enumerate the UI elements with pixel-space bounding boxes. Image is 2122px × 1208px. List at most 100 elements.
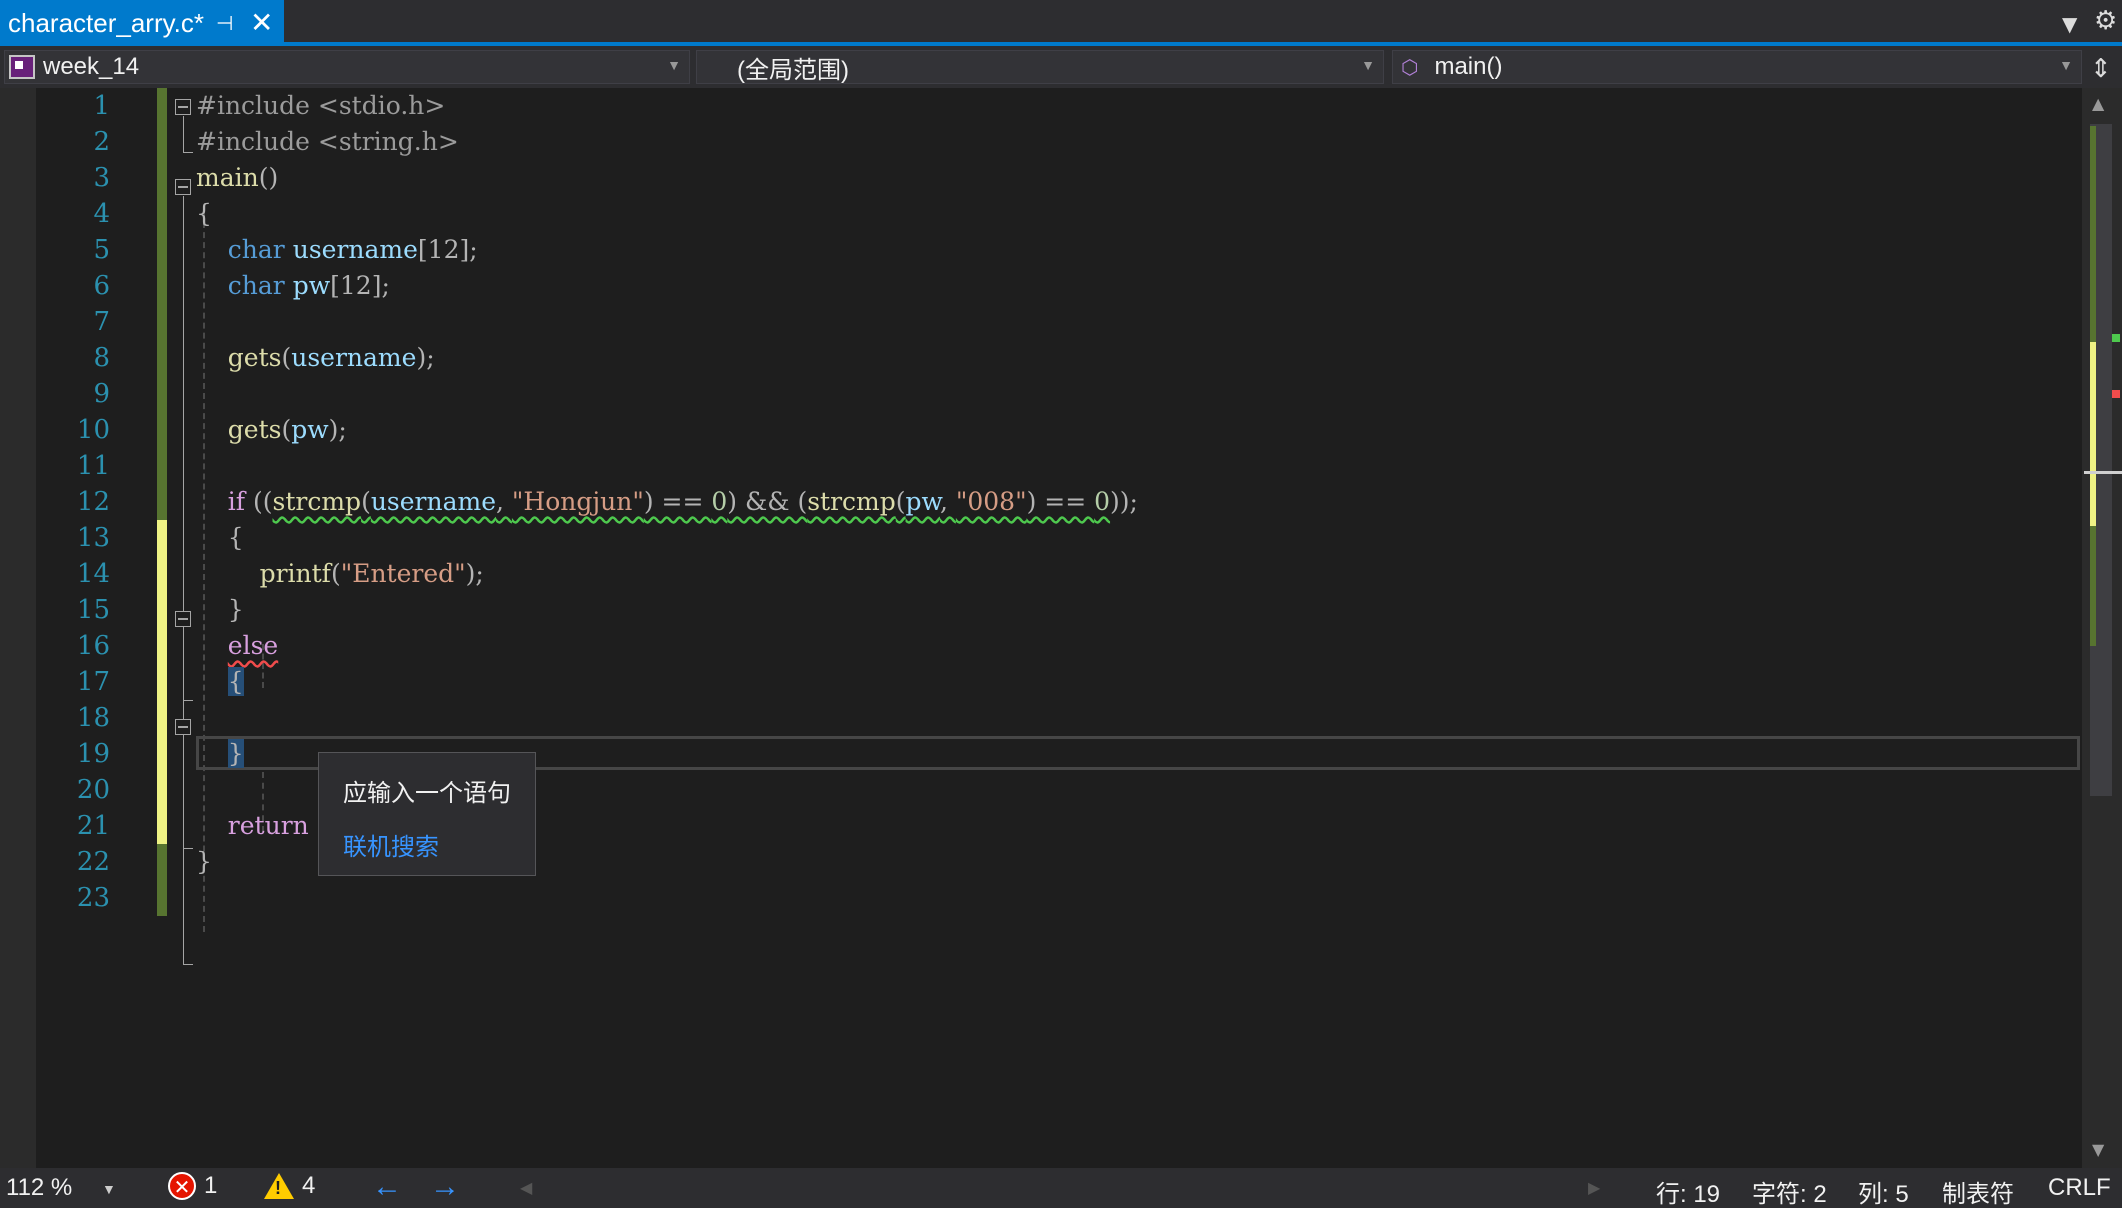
code-line-8[interactable]: gets(username); xyxy=(196,340,435,376)
line-number: 20 xyxy=(76,775,110,805)
change-marker xyxy=(157,520,167,556)
search-online-link[interactable]: 联机搜索 xyxy=(343,827,439,862)
caret-map-marker xyxy=(2084,471,2122,474)
change-marker xyxy=(157,664,167,700)
code-line-3[interactable]: main() xyxy=(196,160,278,196)
collapse-region-icon[interactable] xyxy=(175,99,191,115)
line-number: 4 xyxy=(93,199,110,229)
collapse-region-icon[interactable] xyxy=(175,611,191,627)
navigate-forward-icon[interactable]: → xyxy=(430,1170,460,1204)
document-tab-strip: character_arry.c* ⊣ ✕ ▼ ⚙ xyxy=(0,0,2122,46)
project-dropdown[interactable]: week_14 ▼ xyxy=(4,50,690,84)
change-marker xyxy=(157,412,167,448)
line-number: 13 xyxy=(76,523,110,553)
matched-brace: } xyxy=(227,739,244,768)
line-number: 21 xyxy=(76,811,110,841)
navigation-bar: week_14 ▼ (全局范围) ▼ ⬡ main() ▼ ⇕ xyxy=(0,46,2122,88)
zoom-dropdown[interactable]: 112 % ▼ xyxy=(4,1171,116,1205)
code-line-5[interactable]: char username[12]; xyxy=(196,232,478,268)
code-line-10[interactable]: gets(pw); xyxy=(196,412,347,448)
member-name: main() xyxy=(1434,53,1503,80)
change-marker xyxy=(157,808,167,844)
split-window-icon[interactable]: ⇕ xyxy=(2090,54,2112,84)
code-line-17[interactable]: { xyxy=(196,664,244,700)
navigate-back-icon[interactable]: ← xyxy=(372,1170,402,1204)
change-marker xyxy=(157,448,167,484)
line-number: 2 xyxy=(93,127,110,157)
editor-status-bar: 112 % ▼ ✕ 1 4 ← → ◀ ▶ 行: 19 字符: 2 列: 5 制… xyxy=(0,1168,2122,1208)
change-marker xyxy=(157,196,167,232)
code-line-1[interactable]: #include <stdio.h> xyxy=(196,88,445,124)
warning-count-button[interactable]: 4 xyxy=(264,1172,315,1200)
line-number: 6 xyxy=(93,271,110,301)
code-line-13[interactable]: { xyxy=(196,520,244,556)
line-number: 8 xyxy=(93,343,110,373)
close-icon[interactable]: ✕ xyxy=(250,6,273,39)
vertical-scrollbar[interactable]: ▲ ▼ xyxy=(2082,88,2122,1168)
code-line-4[interactable]: { xyxy=(196,196,212,232)
scope-dropdown[interactable]: (全局范围) ▼ xyxy=(696,50,1384,84)
line-number: 16 xyxy=(76,631,110,661)
change-marker xyxy=(157,556,167,592)
outline-end xyxy=(183,848,193,849)
change-marker xyxy=(157,268,167,304)
change-marker xyxy=(157,628,167,664)
code-line-6[interactable]: char pw[12]; xyxy=(196,268,390,304)
chevron-down-icon[interactable]: ▼ xyxy=(102,1181,116,1197)
tab-overflow-icon[interactable]: ▼ xyxy=(2062,12,2077,36)
chevron-down-icon[interactable]: ▼ xyxy=(1361,57,1375,73)
code-line-22[interactable]: } xyxy=(196,844,212,880)
line-number: 10 xyxy=(76,415,110,445)
code-line-16[interactable]: else xyxy=(196,628,278,664)
change-marker xyxy=(157,700,167,736)
change-marker xyxy=(157,304,167,340)
error-count: 1 xyxy=(204,1172,218,1199)
code-line-12[interactable]: if ((strcmp(username, "Hongjun") == 0) &… xyxy=(196,484,1138,520)
change-map-marker xyxy=(2090,526,2096,646)
chevron-down-icon[interactable]: ▼ xyxy=(667,57,681,73)
code-line-2[interactable]: #include <string.h> xyxy=(196,124,459,160)
scroll-up-icon[interactable]: ▲ xyxy=(2092,94,2104,113)
line-number: 7 xyxy=(93,307,110,337)
change-marker xyxy=(157,736,167,772)
code-editor[interactable]: 1 2 3 4 5 6 7 8 9 10 11 12 13 14 15 16 17 18 19 20 21 22 23 #i… xyxy=(0,88,2082,1168)
error-quick-info-tooltip: 应输入一个语句 联机搜索 xyxy=(318,752,536,876)
change-map-marker xyxy=(2090,342,2096,526)
outline-line xyxy=(183,736,184,848)
column-indicator: 列: 5 xyxy=(1858,1181,1909,1208)
scroll-down-icon[interactable]: ▼ xyxy=(2092,1140,2104,1159)
scroll-right-icon[interactable]: ▶ xyxy=(1588,1178,1600,1198)
change-marker xyxy=(157,880,167,916)
line-number: 14 xyxy=(76,559,110,589)
warning-count: 4 xyxy=(302,1172,316,1199)
cube-icon: ⬡ xyxy=(1401,56,1419,79)
member-dropdown[interactable]: ⬡ main() ▼ xyxy=(1392,50,2082,84)
line-indicator: 行: 19 xyxy=(1656,1181,1721,1208)
line-number: 12 xyxy=(76,487,110,517)
indentation-indicator[interactable]: 制表符 xyxy=(1942,1174,2014,1208)
pin-icon[interactable]: ⊣ xyxy=(216,11,233,35)
line-number: 15 xyxy=(76,595,110,625)
line-ending-indicator[interactable]: CRLF xyxy=(2048,1174,2111,1202)
error-icon: ✕ xyxy=(168,1172,196,1200)
line-number: 22 xyxy=(76,847,110,877)
line-number: 1 xyxy=(93,91,110,121)
outline-line xyxy=(183,628,184,700)
code-line-15[interactable]: } xyxy=(196,592,244,628)
change-marker xyxy=(157,124,167,160)
scroll-left-icon[interactable]: ◀ xyxy=(520,1178,532,1198)
gear-icon[interactable]: ⚙ xyxy=(2094,6,2117,36)
collapse-region-icon[interactable] xyxy=(175,719,191,735)
collapse-region-icon[interactable] xyxy=(175,179,191,195)
code-line-19[interactable]: } xyxy=(196,736,244,772)
change-marker xyxy=(157,160,167,196)
document-tab[interactable]: character_arry.c* ⊣ ✕ xyxy=(0,0,284,46)
tab-title[interactable]: character_arry.c* xyxy=(8,8,204,39)
line-number: 19 xyxy=(76,739,110,769)
error-count-button[interactable]: ✕ 1 xyxy=(168,1172,217,1200)
error-map-marker xyxy=(2112,390,2120,398)
change-marker xyxy=(157,232,167,268)
indicator-margin[interactable] xyxy=(0,88,36,1168)
code-line-14[interactable]: printf("Entered"); xyxy=(196,556,484,592)
chevron-down-icon[interactable]: ▼ xyxy=(2059,57,2073,73)
